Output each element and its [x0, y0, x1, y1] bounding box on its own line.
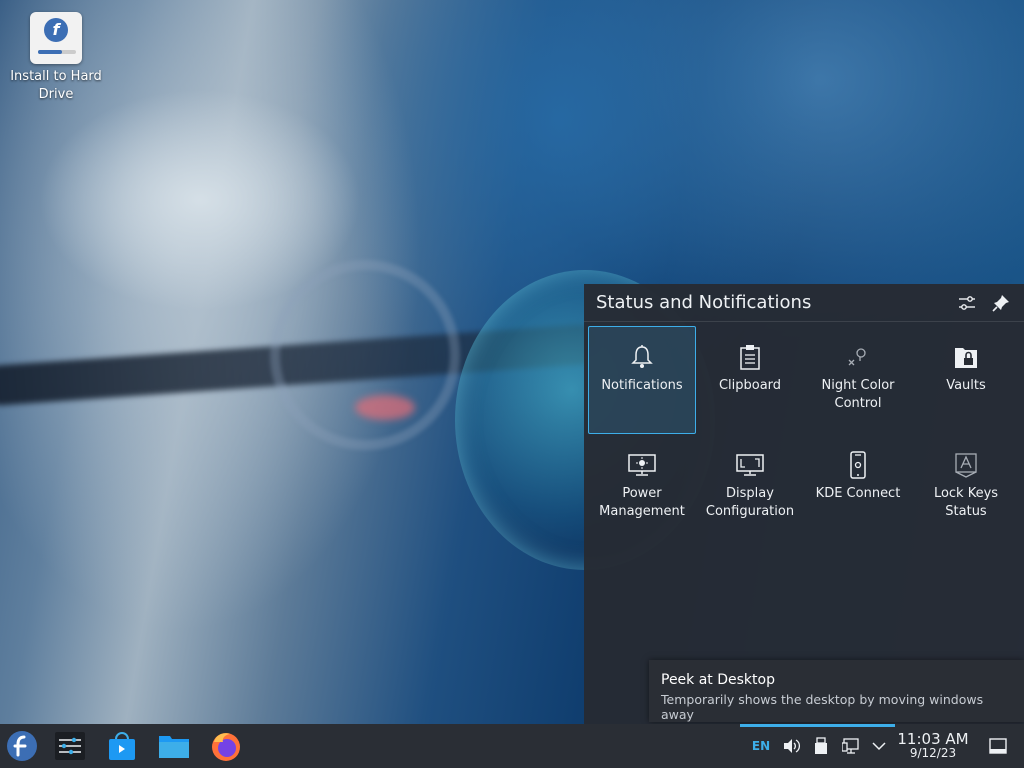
- panel-title: Status and Notifications: [596, 292, 812, 313]
- usb-drive-icon: [815, 737, 827, 754]
- network-button[interactable]: [840, 724, 862, 768]
- status-item-label: Power Management: [599, 486, 685, 519]
- status-item-night-color-control[interactable]: Night Color Control: [804, 326, 912, 434]
- status-item-label: Vaults: [946, 378, 986, 393]
- configure-button[interactable]: [956, 292, 978, 314]
- power-management-icon: [628, 454, 656, 476]
- clock-time: 11:03 AM: [897, 730, 969, 748]
- status-item-kde-connect[interactable]: KDE Connect: [804, 434, 912, 542]
- kde-connect-icon: [850, 451, 866, 479]
- system-settings-icon: [55, 732, 85, 760]
- digital-clock[interactable]: 11:03 AM 9/12/23: [896, 724, 970, 768]
- panel-header: Status and Notifications: [584, 284, 1024, 322]
- status-item-clipboard[interactable]: Clipboard: [696, 326, 804, 434]
- chevron-down-icon: [872, 742, 886, 751]
- status-item-power-management[interactable]: Power Management: [588, 434, 696, 542]
- bell-icon: [631, 345, 653, 368]
- status-item-label: Notifications: [601, 378, 683, 393]
- pin-icon: [992, 294, 1009, 312]
- fedora-menu-icon: [7, 731, 37, 761]
- system-settings-launcher[interactable]: [54, 730, 86, 762]
- fedora-installer-icon: f: [30, 12, 82, 64]
- peek-at-desktop-tooltip: Peek at Desktop Temporarily shows the de…: [649, 660, 1024, 722]
- network-wired-icon: [842, 738, 859, 754]
- tooltip-description: Temporarily shows the desktop by moving …: [661, 692, 984, 722]
- removable-devices-button[interactable]: [810, 724, 832, 768]
- status-item-label: Display Configuration: [705, 486, 795, 519]
- keyboard-layout-label: EN: [751, 739, 771, 753]
- firefox-launcher[interactable]: [210, 730, 242, 762]
- status-item-label: Lock Keys Status: [933, 486, 999, 519]
- clipboard-icon: [740, 345, 760, 370]
- file-manager-icon: [159, 736, 189, 758]
- status-item-notifications[interactable]: Notifications: [588, 326, 696, 434]
- configure-icon: [959, 295, 975, 310]
- status-and-notifications-panel: Status and Notifications Notifications C…: [584, 284, 1024, 724]
- status-item-label: Night Color Control: [821, 378, 895, 411]
- status-item-label: KDE Connect: [815, 486, 901, 501]
- peek-at-desktop-button[interactable]: [986, 724, 1010, 768]
- application-launcher-button[interactable]: [6, 730, 38, 762]
- status-item-vaults[interactable]: Vaults: [912, 326, 1020, 434]
- status-item-display-configuration[interactable]: Display Configuration: [696, 434, 804, 542]
- show-desktop-icon: [989, 738, 1007, 754]
- taskbar: EN 11:03 AM 9/12/23: [0, 724, 1024, 768]
- firefox-icon: [212, 733, 240, 761]
- display-configuration-icon: [736, 454, 764, 476]
- volume-button[interactable]: [780, 724, 802, 768]
- discover-icon: [109, 732, 135, 760]
- night-color-icon: [848, 348, 866, 366]
- lock-keys-icon: [955, 453, 977, 478]
- show-hidden-icons-button[interactable]: [868, 724, 890, 768]
- desktop-icon-install-to-hard-drive[interactable]: f Install to Hard Drive: [8, 12, 104, 104]
- desktop-icon-label: Install to Hard Drive: [10, 69, 102, 102]
- tooltip-title: Peek at Desktop: [661, 672, 775, 688]
- status-item-lock-keys-status[interactable]: Lock Keys Status: [912, 434, 1020, 542]
- wallpaper-glow: [355, 395, 415, 420]
- vault-icon: [955, 348, 977, 368]
- file-manager-launcher[interactable]: [158, 730, 190, 762]
- status-item-label: Clipboard: [718, 378, 782, 393]
- pin-button[interactable]: [990, 292, 1012, 314]
- volume-icon: [784, 739, 800, 753]
- wallpaper-ring: [270, 260, 460, 450]
- status-items-grid: Notifications Clipboard Night Color Cont…: [588, 326, 1020, 542]
- discover-launcher[interactable]: [106, 730, 138, 762]
- keyboard-layout-indicator[interactable]: EN: [750, 724, 772, 768]
- clock-date: 9/12/23: [909, 746, 957, 760]
